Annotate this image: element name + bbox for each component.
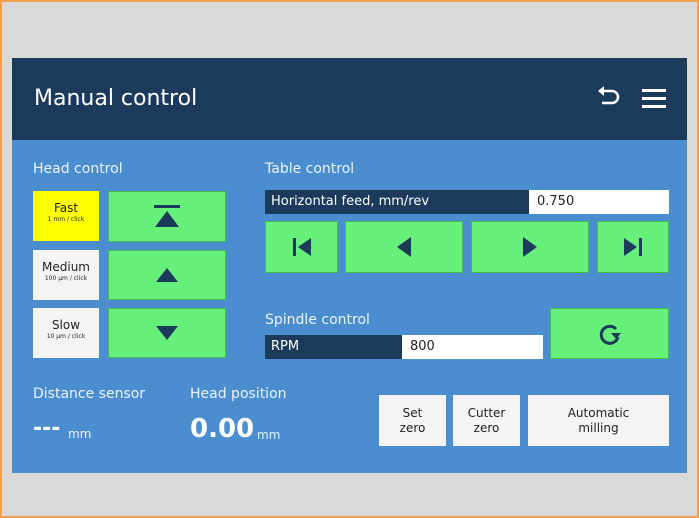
rotate-icon: [599, 324, 621, 345]
speed-slow-button[interactable]: Slow 10 µm / click: [33, 308, 99, 358]
speed-fast-button[interactable]: Fast 1 mm / click: [33, 191, 99, 241]
menu-icon[interactable]: [638, 82, 670, 114]
page-title: Manual control: [34, 86, 198, 111]
cutter-zero-line2: zero: [473, 420, 500, 435]
distance-unit: mm: [68, 427, 92, 441]
move-top-icon: [154, 204, 180, 227]
speed-fast-label: Fast: [53, 201, 79, 215]
speed-medium-button[interactable]: Medium 100 µm / click: [33, 250, 99, 300]
head-position-label: Head position: [190, 386, 287, 402]
table-skip-end-button[interactable]: [597, 221, 669, 273]
spindle-rotate-button[interactable]: [550, 308, 669, 359]
speed-slow-label: Slow: [51, 318, 81, 332]
feed-input[interactable]: [529, 190, 669, 214]
set-zero-line2: zero: [399, 420, 426, 435]
header-bar: Manual control: [12, 58, 687, 140]
speed-slow-sub: 10 µm / click: [46, 333, 86, 340]
table-step-right-button[interactable]: [471, 221, 589, 273]
table-skip-start-button[interactable]: [265, 221, 338, 273]
distance-value: ---: [33, 416, 61, 441]
skip-start-icon: [292, 238, 311, 256]
table-control-label: Table control: [265, 161, 355, 177]
set-zero-button[interactable]: Set zero: [379, 395, 446, 446]
head-move-top-button[interactable]: [108, 191, 226, 242]
set-zero-line1: Set: [402, 405, 423, 420]
undo-icon[interactable]: [592, 82, 624, 114]
rpm-label: RPM: [265, 335, 402, 359]
cutter-zero-button[interactable]: Cutter zero: [453, 395, 520, 446]
skip-end-icon: [624, 238, 642, 256]
automatic-milling-line2: milling: [578, 420, 619, 435]
automatic-milling-line1: Automatic: [567, 405, 630, 420]
feed-label: Horizontal feed, mm/rev: [265, 190, 529, 214]
head-position-unit: mm: [257, 428, 281, 442]
head-move-up-button[interactable]: [108, 250, 226, 300]
control-panel: Head control Fast 1 mm / click Medium 10…: [12, 140, 687, 473]
speed-medium-sub: 100 µm / click: [44, 275, 88, 282]
speed-fast-sub: 1 mm / click: [47, 216, 85, 223]
step-left-icon: [397, 237, 411, 257]
move-down-icon: [156, 326, 178, 340]
automatic-milling-button[interactable]: Automatic milling: [528, 395, 669, 446]
move-up-icon: [156, 268, 178, 282]
cutter-zero-line1: Cutter: [467, 405, 506, 420]
rpm-input[interactable]: [402, 335, 543, 359]
step-right-icon: [523, 237, 537, 257]
head-position-value: 0.00: [190, 414, 255, 444]
head-move-down-button[interactable]: [108, 308, 226, 358]
head-control-label: Head control: [33, 161, 123, 177]
spindle-control-label: Spindle control: [265, 312, 370, 328]
table-step-left-button[interactable]: [345, 221, 463, 273]
speed-medium-label: Medium: [42, 260, 90, 274]
distance-sensor-label: Distance sensor: [33, 386, 146, 402]
